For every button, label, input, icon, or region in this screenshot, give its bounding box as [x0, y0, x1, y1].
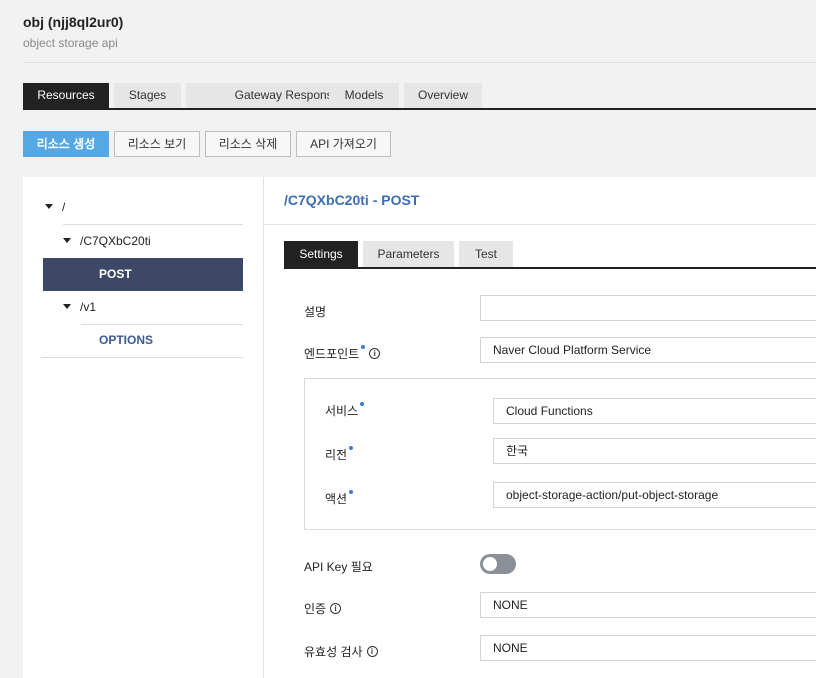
tree-item-label: /C7QXbC20ti	[80, 234, 151, 248]
region-label: 리전	[325, 446, 354, 463]
auth-label-text: 인증	[304, 602, 327, 616]
endpoint-label-text: 엔드포인트	[304, 347, 360, 361]
view-resource-button[interactable]: 리소스 보기	[114, 131, 200, 157]
title-divider	[264, 224, 816, 225]
info-icon[interactable]: i	[366, 646, 378, 658]
apikey-label: API Key 필요	[304, 560, 373, 574]
tree-divider	[41, 357, 243, 358]
validation-label-text: 유효성 검사	[304, 645, 363, 659]
collapse-icon[interactable]	[45, 204, 53, 210]
tree-item-label: /v1	[80, 300, 97, 314]
description-input[interactable]	[480, 295, 816, 321]
header-divider	[23, 62, 816, 63]
create-resource-button[interactable]: 리소스 생성	[23, 131, 109, 157]
tree-item-root[interactable]: /	[45, 191, 65, 224]
validation-label: 유효성 검사 i	[304, 643, 378, 660]
region-select[interactable]: 한국	[493, 438, 816, 464]
info-icon[interactable]: i	[369, 348, 381, 360]
endpoint-select[interactable]: Naver Cloud Platform Service	[480, 337, 816, 363]
tab-stages[interactable]: Stages	[114, 83, 181, 108]
apikey-toggle[interactable]	[480, 554, 516, 574]
required-dot	[361, 345, 366, 349]
main-tabs: Resources Stages Gateway Responses Model…	[23, 83, 816, 110]
tab-parameters[interactable]: Parameters	[363, 241, 454, 267]
action-label-text: 액션	[325, 492, 348, 506]
tab-models[interactable]: Models	[329, 83, 399, 108]
required-dot	[349, 446, 354, 450]
action-label: 액션	[325, 490, 354, 507]
tree-item-label: /	[62, 200, 66, 214]
collapse-icon[interactable]	[63, 238, 71, 244]
service-select[interactable]: Cloud Functions	[493, 398, 816, 424]
endpoint-label: 엔드포인트 i	[304, 345, 381, 362]
tab-overview[interactable]: Overview	[404, 83, 482, 108]
tree-item-c7qxbc20ti[interactable]: /C7QXbC20ti	[63, 225, 151, 258]
import-api-button[interactable]: API 가져오기	[296, 131, 391, 157]
tab-test[interactable]: Test	[459, 241, 513, 267]
method-detail-panel: /C7QXbC20ti - POST Settings Parameters T…	[264, 177, 816, 678]
service-label-text: 서비스	[325, 404, 359, 418]
collapse-icon[interactable]	[63, 304, 71, 310]
api-subtitle: object storage api	[23, 36, 118, 50]
tree-method-post[interactable]: POST	[43, 258, 243, 291]
description-label: 설명	[304, 305, 327, 319]
api-title: obj (njj8ql2ur0)	[23, 14, 124, 30]
method-title: /C7QXbC20ti - POST	[284, 192, 420, 208]
resource-tree: / /C7QXbC20ti POST /v1 OPTIONS	[23, 177, 264, 678]
required-dot	[360, 402, 365, 406]
service-label: 서비스	[325, 402, 365, 419]
tab-resources[interactable]: Resources	[23, 83, 109, 108]
tree-method-options[interactable]: OPTIONS	[99, 324, 153, 357]
tab-settings[interactable]: Settings	[284, 241, 358, 267]
auth-label: 인증 i	[304, 600, 342, 617]
region-label-text: 리전	[325, 448, 348, 462]
toggle-knob	[483, 557, 497, 571]
required-dot	[349, 490, 354, 494]
auth-select[interactable]: NONE	[480, 592, 816, 618]
info-icon[interactable]: i	[330, 603, 342, 615]
tree-item-v1[interactable]: /v1	[63, 291, 96, 324]
delete-resource-button[interactable]: 리소스 삭제	[205, 131, 291, 157]
method-tabs: Settings Parameters Test	[284, 241, 816, 269]
endpoint-config-box: 서비스 Cloud Functions 리전 한국 액션 object-stor…	[304, 378, 816, 530]
validation-select[interactable]: NONE	[480, 635, 816, 661]
action-select[interactable]: object-storage-action/put-object-storage	[493, 482, 816, 508]
